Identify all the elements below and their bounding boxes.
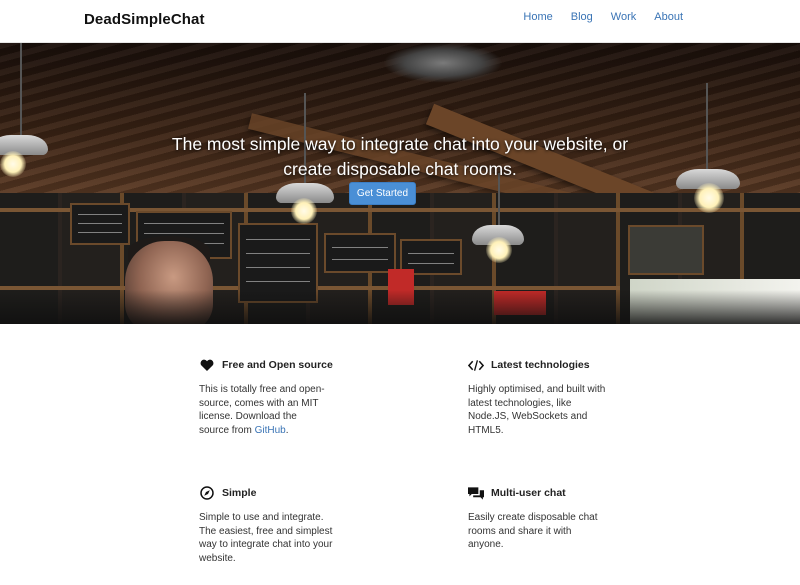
chat-bubbles-icon bbox=[468, 486, 484, 500]
brand-logo[interactable]: DeadSimpleChat bbox=[84, 11, 205, 28]
hero-headline-line-2: create disposable chat rooms. bbox=[283, 159, 517, 179]
github-link[interactable]: GitHub bbox=[255, 425, 286, 436]
nav-link-blog[interactable]: Blog bbox=[571, 11, 593, 23]
feature-title: Free and Open source bbox=[222, 359, 333, 371]
feature-description: This is totally free and open-source, co… bbox=[199, 384, 325, 436]
feature-multi-user-chat: Multi-user chat Easily create disposable… bbox=[468, 486, 643, 552]
feature-title: Simple bbox=[222, 487, 257, 499]
compass-icon bbox=[199, 486, 215, 500]
feature-description: Highly optimised, and built with latest … bbox=[468, 384, 606, 436]
code-icon bbox=[468, 358, 484, 372]
nav-links: Home Blog Work About bbox=[505, 11, 683, 23]
feature-description: Easily create disposable chat rooms and … bbox=[468, 512, 598, 551]
nav-link-about[interactable]: About bbox=[654, 11, 683, 23]
get-started-button[interactable]: Get Started bbox=[349, 182, 416, 205]
feature-title: Latest technologies bbox=[491, 359, 590, 371]
feature-latest-technologies: Latest technologies Highly optimised, an… bbox=[468, 358, 643, 437]
feature-description: Simple to use and integrate. The easiest… bbox=[199, 512, 333, 564]
feature-title: Multi-user chat bbox=[491, 487, 566, 499]
heart-icon bbox=[199, 358, 215, 372]
feature-free-open-source: Free and Open source This is totally fre… bbox=[199, 358, 374, 437]
feature-simple: Simple Simple to use and integrate. The … bbox=[199, 486, 374, 565]
hero-headline: The most simple way to integrate chat in… bbox=[100, 132, 700, 182]
nav-link-work[interactable]: Work bbox=[611, 11, 636, 23]
hero-headline-line-1: The most simple way to integrate chat in… bbox=[171, 134, 629, 154]
nav-link-home[interactable]: Home bbox=[523, 11, 552, 23]
navbar: DeadSimpleChat Home Blog Work About bbox=[0, 0, 800, 43]
